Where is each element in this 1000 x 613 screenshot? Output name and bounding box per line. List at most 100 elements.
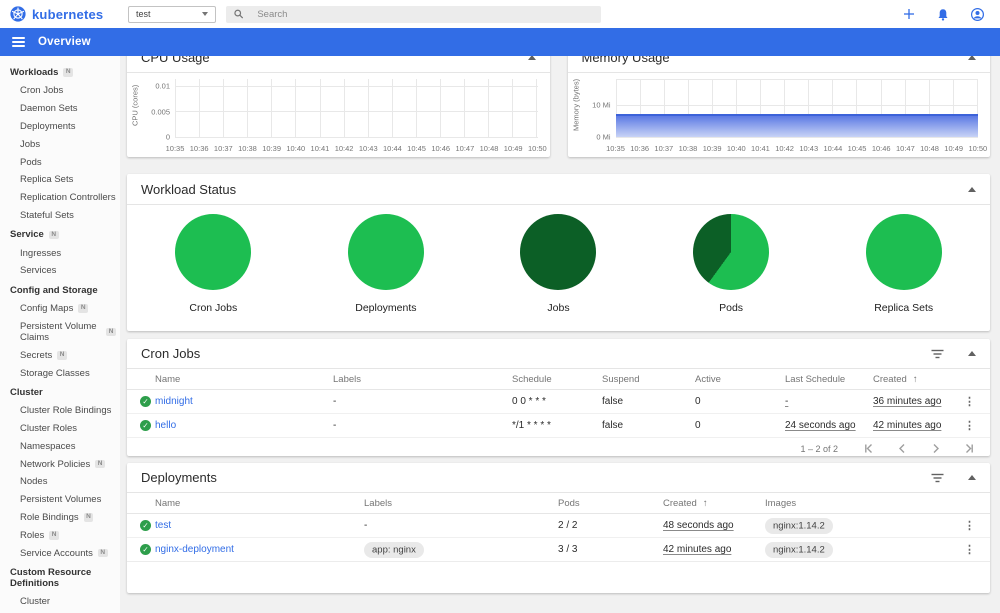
- toolbar-title: Overview: [38, 36, 91, 48]
- cell-labels: -: [364, 520, 368, 531]
- first-page-icon[interactable]: [864, 443, 875, 454]
- deployments-table-header: Name Labels Pods Created Images: [127, 493, 990, 514]
- cell-active: 0: [695, 420, 701, 431]
- sidebar-item-jobs[interactable]: Jobs: [0, 135, 120, 153]
- namespaced-badge: N: [106, 327, 116, 337]
- user-account-icon[interactable]: [971, 7, 984, 21]
- sidebar-item-ingresses[interactable]: Ingresses: [0, 244, 120, 262]
- kebab-menu-icon[interactable]: [964, 543, 975, 556]
- namespaced-badge: N: [78, 304, 89, 313]
- usage-charts-row: CPU Usage CPU (cores) 0.01 0.005 0 10:35…: [127, 43, 990, 157]
- cron-jobs-table-header: Name Labels Schedule Suspend Active Last…: [127, 369, 990, 390]
- sort-ascending-icon: [703, 498, 708, 509]
- sidebar-item-deployments[interactable]: Deployments: [0, 118, 120, 136]
- deployments-pie-chart[interactable]: [347, 214, 424, 290]
- namespaced-badge: N: [83, 513, 94, 522]
- replica-sets-pie-chart[interactable]: [865, 214, 942, 290]
- pie-label: Cron Jobs: [189, 302, 238, 314]
- sidebar-item-daemon-sets[interactable]: Daemon Sets: [0, 100, 120, 118]
- cpu-usage-card: CPU Usage CPU (cores) 0.01 0.005 0 10:35…: [127, 43, 550, 157]
- next-page-icon[interactable]: [930, 443, 941, 454]
- search-input[interactable]: [257, 8, 593, 20]
- column-header-pods[interactable]: Pods: [558, 498, 663, 509]
- cell-suspend: false: [602, 420, 624, 431]
- header-actions: [903, 7, 984, 21]
- sidebar-item-role-bindings[interactable]: Role Bindings N: [0, 509, 120, 527]
- cell-created: 48 seconds ago: [663, 520, 734, 531]
- collapse-arrow-icon[interactable]: [968, 351, 976, 356]
- collapse-arrow-icon[interactable]: [968, 186, 976, 192]
- menu-hamburger-icon[interactable]: [12, 35, 25, 49]
- workload-status-title: Workload Status: [141, 181, 237, 197]
- sidebar-item-service-accounts[interactable]: Service Accounts N: [0, 544, 120, 562]
- sidebar-item-replication-controllers[interactable]: Replication Controllers: [0, 189, 120, 207]
- cron-job-name-link[interactable]: midnight: [155, 396, 333, 407]
- namespace-selector[interactable]: test: [128, 5, 216, 23]
- jobs-pie-chart[interactable]: [520, 214, 597, 290]
- sidebar-item-cron-jobs[interactable]: Cron Jobs: [0, 82, 120, 100]
- sidebar-item-network-policies[interactable]: Network Policies N: [0, 455, 120, 473]
- workload-status-card: Workload Status Cron Jobs Deployments Jo…: [127, 174, 990, 331]
- search-bar[interactable]: [226, 5, 601, 23]
- kebab-menu-icon[interactable]: [964, 419, 975, 432]
- column-header-schedule[interactable]: Schedule: [512, 374, 602, 385]
- sidebar-item-replica-sets[interactable]: Replica Sets: [0, 171, 120, 189]
- sidebar-section-workloads[interactable]: Workloads N: [0, 62, 120, 82]
- column-header-last-schedule[interactable]: Last Schedule: [785, 374, 873, 385]
- previous-page-icon[interactable]: [897, 443, 908, 454]
- cron-job-row-hello: hello - */1 * * * * false 0 24 seconds a…: [127, 414, 990, 438]
- deployment-name-link[interactable]: nginx-deployment: [155, 544, 364, 555]
- sidebar-item-secrets[interactable]: Secrets N: [0, 346, 120, 364]
- memory-usage-chart: Memory (bytes) 10 Mi 0 Mi 10:35 10:36 10:3…: [568, 73, 991, 157]
- cell-schedule: */1 * * * *: [512, 420, 551, 431]
- last-page-icon[interactable]: [963, 443, 974, 454]
- sidebar-item-cluster-role-bindings[interactable]: Cluster Role Bindings: [0, 402, 120, 420]
- column-header-name[interactable]: Name: [155, 374, 333, 385]
- sidebar-item-config-maps[interactable]: Config Maps N: [0, 300, 120, 318]
- cpu-x-axis-ticks: 10:35 10:36 10:37 10:38 10:39 10:40 10:41 10:42…: [165, 144, 547, 153]
- workload-status-header: Workload Status: [127, 174, 990, 204]
- column-header-suspend[interactable]: Suspend: [602, 374, 695, 385]
- sidebar-item-pods[interactable]: Pods: [0, 153, 120, 171]
- cell-pods: 3 / 3: [558, 544, 578, 555]
- column-header-name[interactable]: Name: [155, 498, 364, 509]
- pods-pie-chart[interactable]: [693, 214, 770, 290]
- sidebar-item-persistent-volumes[interactable]: Persistent Volumes: [0, 491, 120, 509]
- sidebar-item-stateful-sets[interactable]: Stateful Sets: [0, 206, 120, 224]
- filter-icon[interactable]: [931, 349, 944, 359]
- sidebar-item-persistent-volume-claims[interactable]: Persistent Volume Claims N: [0, 318, 120, 347]
- column-header-created[interactable]: Created: [873, 374, 962, 385]
- column-header-active[interactable]: Active: [695, 374, 785, 385]
- memory-ytick-mid: 10 Mi: [592, 100, 611, 110]
- sidebar-item-crd-cluster[interactable]: Cluster: [0, 593, 120, 611]
- sidebar-item-nodes[interactable]: Nodes: [0, 473, 120, 491]
- sidebar-item-storage-classes[interactable]: Storage Classes: [0, 364, 120, 382]
- status-ok-icon: [140, 420, 151, 431]
- cron-jobs-header: Cron Jobs: [127, 339, 990, 368]
- collapse-arrow-icon[interactable]: [968, 475, 976, 480]
- sidebar-item-roles[interactable]: Roles N: [0, 526, 120, 544]
- add-icon[interactable]: [903, 8, 915, 20]
- column-header-labels[interactable]: Labels: [333, 374, 512, 385]
- column-header-created[interactable]: Created: [663, 498, 765, 509]
- kebab-menu-icon[interactable]: [964, 395, 975, 408]
- cron-jobs-pie-chart[interactable]: [175, 214, 252, 290]
- cpu-plot-area: [175, 79, 538, 138]
- sidebar-item-services[interactable]: Services: [0, 262, 120, 280]
- kubernetes-brand[interactable]: kubernetes: [10, 6, 118, 22]
- kebab-menu-icon[interactable]: [964, 519, 975, 532]
- sidebar-section-service[interactable]: Service N: [0, 224, 120, 244]
- deployment-name-link[interactable]: test: [155, 520, 364, 531]
- pie-label: Pods: [719, 302, 744, 314]
- sidebar-item-namespaces[interactable]: Namespaces: [0, 438, 120, 456]
- filter-icon[interactable]: [931, 473, 944, 483]
- column-header-labels[interactable]: Labels: [364, 498, 558, 509]
- cell-created: 42 minutes ago: [873, 420, 942, 431]
- pie-label: Deployments: [355, 302, 417, 314]
- cpu-vertical-gridlines: [175, 79, 538, 137]
- column-header-images[interactable]: Images: [765, 498, 962, 509]
- cron-job-name-link[interactable]: hello: [155, 420, 333, 431]
- cell-created: 36 minutes ago: [873, 396, 942, 407]
- sidebar-item-cluster-roles[interactable]: Cluster Roles: [0, 420, 120, 438]
- notifications-bell-icon[interactable]: [937, 8, 949, 21]
